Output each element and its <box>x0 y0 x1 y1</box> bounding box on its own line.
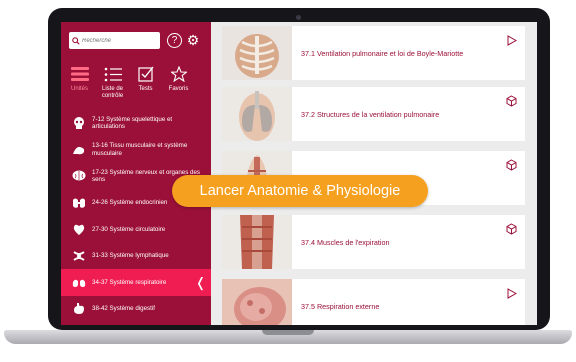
play-icon[interactable] <box>507 33 518 51</box>
cube-icon[interactable] <box>506 94 517 112</box>
lesson-card[interactable]: 37.1 Ventilation pulmonaire et loi de Bo… <box>222 26 525 80</box>
menu-item-label: 31-33 Système lymphatique <box>92 252 169 260</box>
arm-muscle-icon <box>69 144 89 156</box>
thyroid-icon <box>69 197 89 209</box>
lesson-card[interactable]: 37.2 Structures de la ventilation pulmon… <box>222 87 525 141</box>
app-screen: ? ⚙ Unités Liste de contrôle Tests <box>61 22 537 325</box>
camera <box>296 15 301 20</box>
gear-icon[interactable]: ⚙ <box>185 32 201 48</box>
stomach-icon <box>69 302 89 315</box>
torso-muscles-thumbnail <box>222 215 292 269</box>
list-bars-icon <box>63 64 96 84</box>
lymph-icon <box>69 250 89 262</box>
menu-item-musculaire[interactable]: 13-16 Tissu musculaire et système muscul… <box>61 137 211 164</box>
ribcage-thumbnail <box>222 26 292 80</box>
search-box[interactable] <box>69 32 160 49</box>
menu-item-label: 27-30 Système circulatoire <box>92 225 166 233</box>
star-icon <box>162 64 195 84</box>
menu-item-label: 7-12 Système squelettique et articulatio… <box>92 115 173 131</box>
lesson-title: 37.2 Structures de la ventilation pulmon… <box>301 109 440 119</box>
tab-label: Unités <box>70 86 88 92</box>
tab-favoris[interactable]: Favoris <box>162 64 195 106</box>
menu-item-label: 34-37 Système respiratoire <box>92 278 167 286</box>
lesson-title: 37.1 Ventilation pulmonaire et loi de Bo… <box>301 48 464 58</box>
lesson-card[interactable]: 37.4 Muscles de l'expiration <box>222 215 525 269</box>
tab-unites[interactable]: Unités <box>63 64 96 106</box>
menu-item-digestif[interactable]: 38-42 Système digestif <box>61 296 211 323</box>
search-icon <box>69 32 82 50</box>
tab-label: Liste de contrôle <box>101 86 124 99</box>
tab-label: Tests <box>138 86 153 92</box>
cube-icon[interactable] <box>506 158 517 176</box>
chapter-menu: 7-12 Système squelettique et articulatio… <box>61 110 211 322</box>
help-icon[interactable]: ? <box>167 33 182 48</box>
bulleted-list-icon <box>96 64 129 84</box>
tab-liste-de-controle[interactable]: Liste de contrôle <box>96 64 129 106</box>
tab-label: Favoris <box>168 86 189 92</box>
launch-banner-button[interactable]: Lancer Anatomie & Physiologie <box>172 175 428 207</box>
checkbox-icon <box>129 64 162 84</box>
menu-item-squelettique[interactable]: 7-12 Système squelettique et articulatio… <box>61 110 211 137</box>
lesson-title: 37.4 Muscles de l'expiration <box>301 237 390 247</box>
lesson-list: 37.1 Ventilation pulmonaire et loi de Bo… <box>222 22 526 325</box>
menu-item-respiratoire[interactable]: 34-37 Système respiratoire ❬ <box>61 269 211 296</box>
menu-item-lymphatique[interactable]: 31-33 Système lymphatique <box>61 243 211 270</box>
play-icon[interactable] <box>507 286 518 304</box>
lungs-thumbnail <box>222 87 292 141</box>
heart-icon <box>69 223 89 236</box>
alveoli-thumbnail <box>222 279 292 325</box>
menu-item-label: 38-42 Système digestif <box>92 305 155 313</box>
chevron-left-icon[interactable]: ❬ <box>195 276 206 289</box>
skull-icon <box>69 116 89 130</box>
tab-tests[interactable]: Tests <box>129 64 162 106</box>
tab-bar: Unités Liste de contrôle Tests Favoris <box>63 64 209 106</box>
brain-icon <box>69 170 89 182</box>
lesson-title: 37.5 Respiration externe <box>301 301 380 311</box>
search-input[interactable] <box>82 37 154 44</box>
lungs-icon <box>69 276 89 288</box>
sidebar: ? ⚙ Unités Liste de contrôle Tests <box>61 22 211 325</box>
laptop-notch <box>262 330 314 335</box>
menu-item-label: 13-16 Tissu musculaire et système muscul… <box>92 142 188 157</box>
menu-item-circulatoire[interactable]: 27-30 Système circulatoire <box>61 216 211 243</box>
cube-icon[interactable] <box>506 222 517 240</box>
lesson-card[interactable]: 37.5 Respiration externe <box>222 279 525 325</box>
